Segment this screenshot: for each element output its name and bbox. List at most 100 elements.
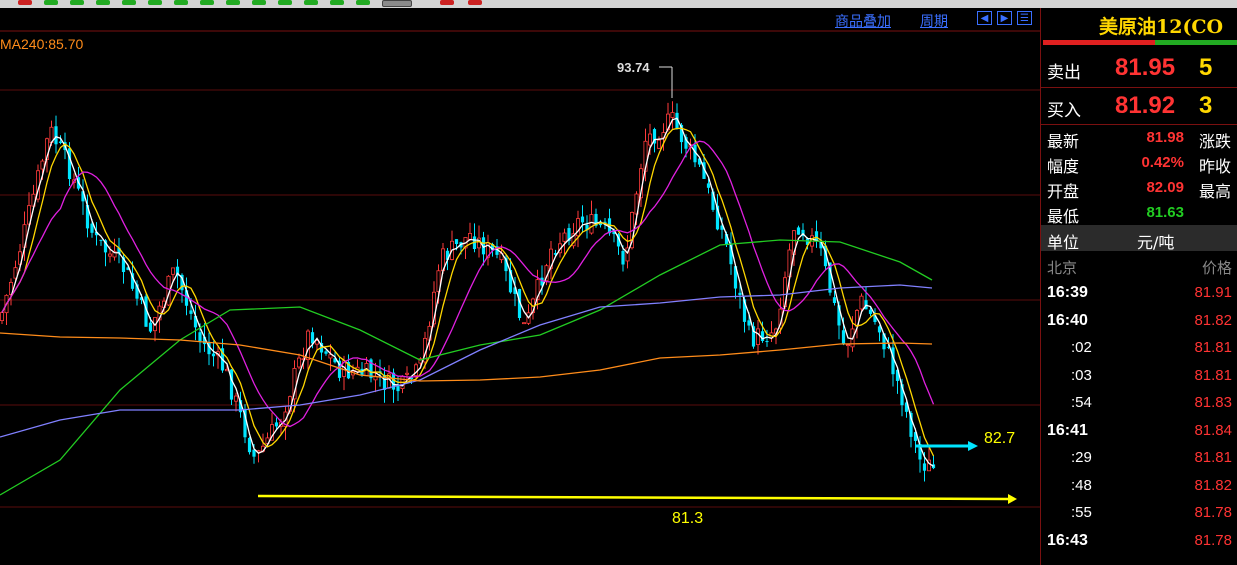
- candle-body: [170, 267, 175, 275]
- tick-time: 16:39: [1047, 284, 1088, 301]
- toolbar-icon[interactable]: [356, 0, 370, 5]
- stat-value: 81.63: [1146, 204, 1184, 221]
- toolbar-icon[interactable]: [122, 0, 136, 5]
- tick-row[interactable]: 16:43 81.78: [1041, 527, 1237, 554]
- toolbar-icon[interactable]: [468, 0, 482, 5]
- candle-body: [648, 133, 653, 146]
- kline-chart[interactable]: 93.74 82.7 81.3: [0, 8, 1040, 565]
- bid-ask-bar-green: [1155, 40, 1237, 45]
- candle-body: [305, 330, 310, 361]
- toolbar-icon[interactable]: [226, 0, 240, 5]
- toolbar-icon[interactable]: [18, 0, 32, 5]
- tick-price: 81.78: [1194, 531, 1232, 549]
- nav-expand-icon[interactable]: ☰: [1017, 11, 1032, 25]
- ticks-header-price: 价格: [1201, 259, 1232, 277]
- tick-row[interactable]: :55 81.78: [1041, 499, 1237, 526]
- tick-time: :29: [1071, 449, 1092, 466]
- candle-body: [706, 183, 711, 188]
- candle-body: [846, 344, 851, 347]
- stat-label-2: 最高: [1199, 182, 1232, 201]
- tick-row[interactable]: 16:39 81.91: [1041, 279, 1237, 306]
- tick-price: 81.82: [1194, 476, 1232, 494]
- toolbar-icon[interactable]: [174, 0, 188, 5]
- ticks-header: 北京 价格: [1041, 253, 1237, 280]
- support-arrow: [257, 494, 1009, 501]
- ma10-line: [1, 127, 935, 457]
- stat-row-range: 幅度 0.42% 昨收: [1041, 150, 1237, 176]
- candle-body: [40, 160, 45, 170]
- candle-body: [589, 214, 594, 234]
- candle-body: [404, 372, 409, 375]
- toolbar-icon[interactable]: [304, 0, 318, 5]
- tick-time: :55: [1071, 504, 1092, 521]
- stat-label: 开盘: [1047, 182, 1080, 201]
- candle-body: [765, 341, 769, 343]
- sell-price: 81.95: [1115, 54, 1176, 81]
- candle-body: [58, 141, 63, 143]
- candle-body: [580, 216, 585, 223]
- toolbar-icon[interactable]: [278, 0, 292, 5]
- ma120-line: [0, 284, 933, 438]
- toolbar-selected-icon[interactable]: [382, 0, 412, 7]
- moving-average-lines: [0, 117, 935, 496]
- buy-volume: 3: [1199, 92, 1213, 119]
- tick-row[interactable]: 16:41 81.84: [1041, 417, 1237, 444]
- nav-right-icon[interactable]: ▶: [997, 11, 1012, 25]
- candle-body: [148, 322, 153, 332]
- tick-time: :54: [1071, 394, 1092, 411]
- chart-annotations: 93.74 82.7 81.3: [257, 60, 1017, 527]
- tick-row[interactable]: 16:40 81.82: [1041, 307, 1237, 334]
- tick-price: 81.81: [1194, 366, 1232, 384]
- candle-body: [621, 251, 625, 265]
- toolbar-icon[interactable]: [70, 0, 84, 5]
- candle-body: [467, 233, 472, 240]
- period-link[interactable]: 周期: [920, 11, 948, 31]
- candle-body: [747, 320, 751, 326]
- unit-label: 单位: [1047, 233, 1080, 252]
- high-marker-label: 93.74: [617, 60, 650, 75]
- stat-label-2: 涨跌: [1199, 132, 1232, 151]
- window-top-strip: [0, 0, 1237, 8]
- candle-body: [796, 227, 801, 235]
- tick-row[interactable]: :48 81.82: [1041, 472, 1237, 499]
- tick-price: 81.81: [1194, 339, 1232, 356]
- chart-gridlines: [0, 30, 1040, 508]
- unit-value: 元/吨: [1137, 233, 1175, 252]
- toolbar-icon[interactable]: [44, 0, 58, 5]
- buy-row[interactable]: 买入 81.92 3: [1041, 88, 1237, 124]
- tick-price: 81.82: [1194, 311, 1232, 329]
- toolbar-icon[interactable]: [330, 0, 344, 5]
- candle-body: [922, 463, 927, 471]
- bid-ask-bar-red: [1043, 40, 1155, 45]
- candle-body: [756, 328, 761, 345]
- toolbar-icon[interactable]: [200, 0, 214, 5]
- stat-label: 幅度: [1047, 157, 1080, 176]
- candle-body: [99, 239, 103, 241]
- candle-body: [54, 126, 58, 145]
- candle-body: [760, 331, 765, 341]
- nav-left-icon[interactable]: ◀: [977, 11, 992, 25]
- candle-body: [274, 422, 279, 427]
- toolbar-icon[interactable]: [440, 0, 454, 5]
- ma240-label: MA240:85.70: [0, 36, 84, 52]
- toolbar-icon[interactable]: [148, 0, 162, 5]
- stat-value: 81.98: [1146, 129, 1184, 146]
- candle-body: [396, 386, 400, 392]
- candle-body: [454, 239, 459, 244]
- sell-row[interactable]: 卖出 81.95 5: [1041, 50, 1237, 86]
- tick-row[interactable]: :54 81.83: [1041, 389, 1237, 416]
- tick-row[interactable]: :29 81.81: [1041, 444, 1237, 471]
- toolbar-icon[interactable]: [96, 0, 110, 5]
- stat-label: 最低: [1047, 207, 1080, 226]
- toolbar-icon[interactable]: [252, 0, 266, 5]
- overlay-link[interactable]: 商品叠加: [835, 11, 891, 31]
- tick-time: 16:43: [1047, 531, 1088, 549]
- candle-body: [657, 139, 662, 149]
- candle-body: [522, 322, 527, 325]
- tick-price: 81.83: [1194, 394, 1232, 411]
- candle-body: [324, 351, 328, 354]
- tick-time: :02: [1071, 339, 1092, 356]
- tick-row[interactable]: :03 81.81: [1041, 362, 1237, 389]
- tick-row[interactable]: :02 81.81: [1041, 334, 1237, 361]
- stat-value: 0.42%: [1141, 154, 1184, 171]
